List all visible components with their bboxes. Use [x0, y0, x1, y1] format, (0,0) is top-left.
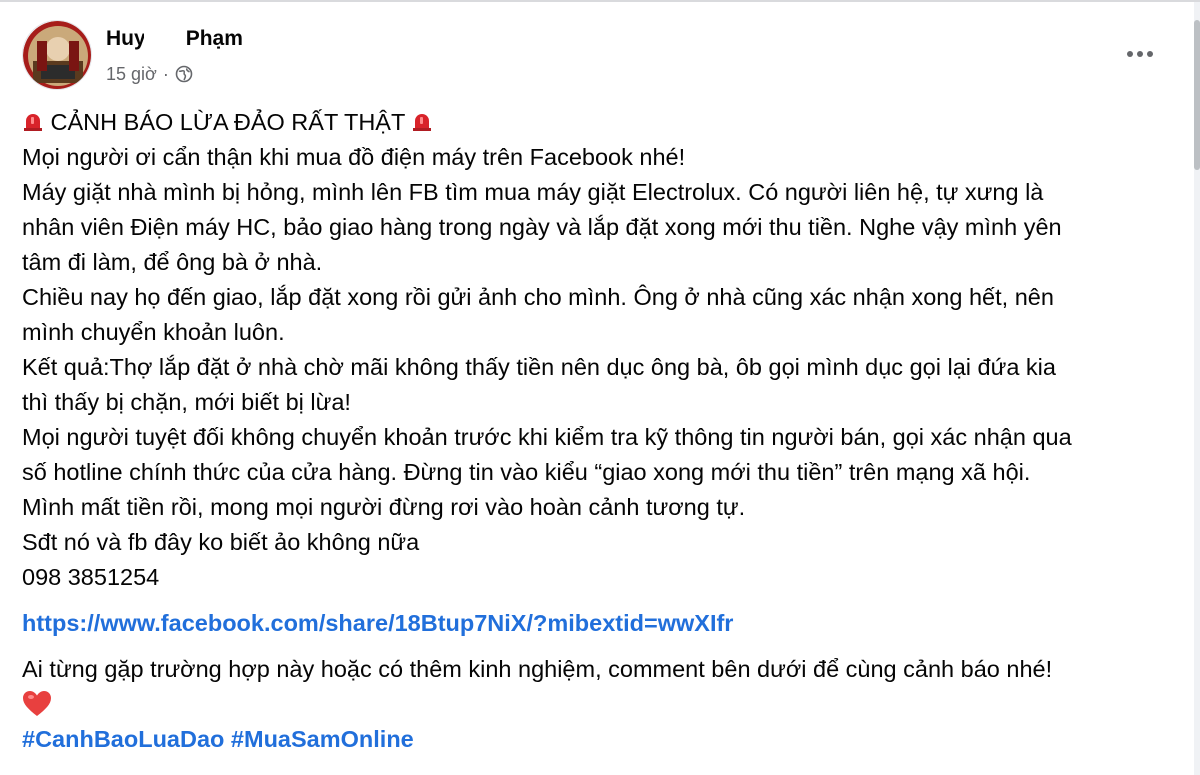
post-text-line: Mọi người ơi cẩn thận khi mua đồ điện má…: [22, 144, 686, 170]
author-name[interactable]: Huy Phạm: [106, 26, 243, 52]
shared-link-line: https://www.facebook.com/share/18Btup7Ni…: [22, 606, 1187, 641]
post-title: CẢNH BÁO LỪA ĐẢO RẤT THẬT: [50, 109, 405, 135]
meta-separator: ·: [162, 64, 169, 84]
siren-icon: [22, 108, 44, 131]
hashtag-link[interactable]: #CanhBaoLuaDao: [22, 726, 224, 752]
heart-line: [22, 687, 1187, 722]
more-horizontal-icon: [1127, 51, 1153, 57]
post-text-line: Máy giặt nhà mình bị hỏng, mình lên FB t…: [22, 179, 1044, 205]
siren-icon: [411, 108, 433, 131]
author-name-redaction: [143, 30, 188, 49]
post-title-line: CẢNH BÁO LỪA ĐẢO RẤT THẬT: [22, 105, 1187, 140]
post-text-line: Kết quả:Thợ lắp đặt ở nhà chờ mãi không …: [22, 354, 1056, 380]
post-text-line: Mọi người tuyệt đối không chuyển khoản t…: [22, 424, 1072, 450]
avatar-image: [23, 21, 91, 89]
post-text-line: tâm đi làm, để ông bà ở nhà.: [22, 249, 323, 275]
post-header: Huy Phạm 15 giờ ·: [22, 20, 1172, 92]
post-text-line: Chiều nay họ đến giao, lắp đặt xong rồi …: [22, 284, 1054, 310]
post-body: CẢNH BÁO LỪA ĐẢO RẤT THẬT Mọi người ơi c…: [22, 105, 1187, 757]
phone-number: 098 3851254: [22, 564, 160, 590]
hashtags: #CanhBaoLuaDao #MuaSamOnline: [22, 722, 1187, 757]
facebook-post: Huy Phạm 15 giờ · CẢNH BÁO LỪA ĐẢO RẤT T…: [0, 0, 1200, 775]
post-text-line: mình chuyển khoản luôn.: [22, 319, 285, 345]
avatar[interactable]: [22, 20, 92, 90]
more-options-button[interactable]: [1120, 38, 1160, 70]
closing-text: Ai từng gặp trường hợp này hoặc có thêm …: [22, 656, 1053, 682]
author-name-start: Huy: [106, 27, 146, 50]
post-text-line: thì thấy bị chặn, mới biết bị lừa!: [22, 389, 351, 415]
globe-icon[interactable]: [175, 65, 193, 83]
shared-link[interactable]: https://www.facebook.com/share/18Btup7Ni…: [22, 610, 733, 636]
hashtag-link[interactable]: #MuaSamOnline: [231, 726, 414, 752]
post-text-line: nhân viên Điện máy HC, bảo giao hàng tro…: [22, 214, 1062, 240]
post-meta: 15 giờ ·: [106, 62, 193, 86]
scrollbar-track[interactable]: [1194, 2, 1200, 775]
post-text-line: Sđt nó và fb đây ko biết ảo không nữa: [22, 529, 420, 555]
post-text-line: số hotline chính thức của cửa hàng. Đừng…: [22, 459, 1031, 485]
post-timestamp[interactable]: 15 giờ: [106, 62, 157, 86]
author-name-end: Phạm: [185, 27, 243, 50]
red-heart-icon: [22, 690, 52, 718]
scrollbar-thumb[interactable]: [1194, 20, 1200, 170]
post-text-line: Mình mất tiền rồi, mong mọi người đừng r…: [22, 494, 746, 520]
